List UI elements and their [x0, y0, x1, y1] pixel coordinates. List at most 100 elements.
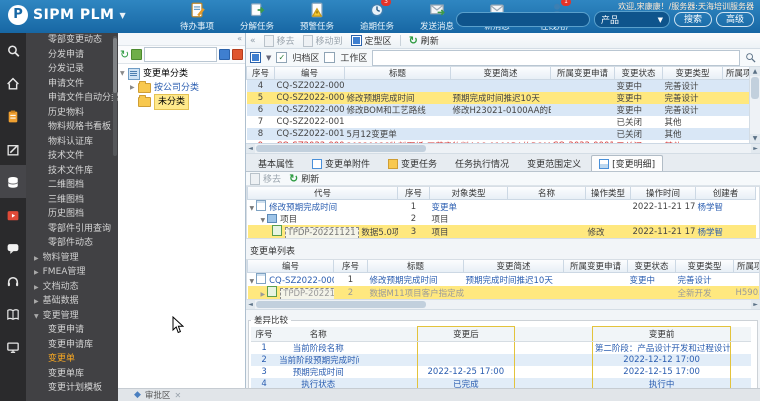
sidebar-item[interactable]: 物料规格书看板 [26, 120, 118, 135]
scroll-right-icon[interactable]: ► [751, 144, 760, 153]
column-header[interactable] [359, 326, 418, 342]
column-header[interactable]: 代号 [247, 187, 398, 200]
column-header[interactable]: 序号 [397, 187, 430, 200]
tree-category-icon[interactable] [131, 49, 143, 60]
scrollbar-thumb[interactable] [256, 145, 426, 152]
header-tool[interactable]: 3 逾期任务 [355, 0, 399, 32]
selected-item-box[interactable]: TPDP-20221121 [284, 227, 359, 238]
sidebar-item[interactable]: ▶ FMEA管理 [26, 265, 118, 280]
column-header[interactable]: 标题 [344, 67, 451, 80]
advanced-search-button[interactable]: 高级 [715, 12, 754, 27]
rail-monitor-icon[interactable] [0, 330, 26, 363]
collapse-panel-icon[interactable]: « [250, 36, 256, 46]
sidebar-item[interactable]: 变更单 [26, 352, 118, 367]
sidebar-item[interactable]: 变更单库 [26, 367, 118, 382]
column-header[interactable]: 序号 [333, 260, 368, 273]
column-header[interactable]: 编号 [274, 67, 345, 80]
scroll-down-icon[interactable]: ▼ [750, 134, 760, 143]
table-row[interactable]: ▼ 修改预期完成时间 1 变更单 2022-11-21 17:02杨学智 [248, 200, 756, 213]
sidebar-item[interactable]: 三维图档 [26, 193, 118, 208]
magnifier-icon[interactable] [745, 52, 756, 63]
sidebar-item[interactable]: 变更申请库 [26, 338, 118, 353]
vertical-scrollbar[interactable]: ▲ ▼ [749, 67, 760, 143]
scrollbar-thumb[interactable] [256, 301, 426, 308]
column-header[interactable] [730, 326, 751, 342]
column-header[interactable]: 序号 [246, 67, 275, 80]
table-row[interactable]: 2 当前阶段预期完成时间 2022-12-12 17:00 [251, 354, 751, 366]
sidebar-item[interactable]: 申请文件 [26, 77, 118, 92]
close-icon[interactable]: ✕ [174, 391, 181, 400]
workspace-checkbox[interactable] [324, 52, 336, 63]
column-header[interactable]: 名称 [507, 187, 586, 200]
app-logo[interactable]: P SIPM PLM ▼ [8, 5, 126, 25]
table-row[interactable]: 8 CQ-SZ2022-0017 5月12变更单 已关闭 其他 [246, 128, 760, 140]
table-row[interactable]: ▼ CQ-SZ2022-0006 1 修改预期完成时间 预期完成时间推迟10天 变更中 完善… [248, 273, 760, 286]
header-tool[interactable]: 预警任务 [295, 2, 339, 32]
scroll-up-icon[interactable]: ▲ [750, 67, 760, 76]
table-row[interactable]: 6 CQ-SZ2022-0007 修改BOM和工艺路线 修改H23021-0100AA… [246, 104, 760, 116]
header-tool[interactable]: 待办事项 [175, 2, 219, 32]
sidebar-item[interactable]: ▶ 物料管理 [26, 251, 118, 266]
rail-home-icon[interactable] [0, 66, 26, 99]
chevron-down-icon[interactable]: ▼ [250, 278, 255, 285]
tab[interactable]: 变更任务 [380, 155, 445, 171]
rail-headset-icon[interactable] [0, 264, 26, 297]
tree-node-root[interactable]: ▼ 变更单分类 [120, 67, 243, 81]
tab[interactable]: [变更明细] [591, 155, 664, 171]
column-header[interactable]: 所属变更申请 [563, 260, 628, 273]
rail-video-icon[interactable] [0, 198, 26, 231]
header-tool[interactable]: 发送消息 [415, 2, 459, 32]
chevron-down-icon[interactable]: ▼ [250, 205, 255, 212]
sidebar-item[interactable]: 历史图档 [26, 207, 118, 222]
tree-clear-button[interactable] [232, 49, 243, 60]
sidebar-item[interactable]: 零部件动态 [26, 236, 118, 251]
sidebar-item[interactable]: 分发申请 [26, 48, 118, 63]
collapse-left-icon[interactable]: « [237, 34, 242, 43]
tree-locate-button[interactable] [219, 49, 230, 60]
chevron-down-icon[interactable]: ▼ [261, 217, 266, 224]
rail-edit-icon[interactable] [0, 132, 26, 165]
finalize-zone-button[interactable]: 定型区 [350, 34, 392, 47]
tree-node-company[interactable]: ▶ 按公司分类 [120, 81, 243, 95]
table-row[interactable]: 1 当前阶段名称 第二阶段：产品设计开发和过程设计开发 [251, 341, 751, 354]
rail-book-icon[interactable] [0, 297, 26, 330]
sidebar-item[interactable]: ▶ 基础数据 [26, 294, 118, 309]
tab[interactable]: 变更范围定义 [519, 155, 589, 171]
column-header[interactable]: 变更前 [591, 326, 732, 342]
column-header[interactable]: 标题 [367, 260, 464, 273]
column-header[interactable]: 名称 [277, 326, 360, 342]
rail-database-icon[interactable] [0, 165, 26, 198]
sidebar-item[interactable]: 变更申请 [26, 323, 118, 338]
column-header[interactable]: 变更状态 [627, 260, 676, 273]
header-tool[interactable]: 分解任务 [235, 2, 279, 32]
column-header[interactable]: 所属项目编号 [733, 260, 759, 273]
column-header[interactable]: 对象类型 [429, 187, 508, 200]
column-header[interactable]: 变更简述 [450, 67, 551, 80]
tree-filter-input[interactable] [144, 47, 217, 62]
column-header[interactable]: 所属变更申请 [550, 67, 615, 80]
selected-item-box[interactable]: TPDP-20221111 [280, 288, 334, 299]
rail-search-icon[interactable] [0, 33, 26, 66]
refresh-button[interactable]: ↻ 刷新 [409, 34, 439, 47]
column-header[interactable]: 编号 [247, 260, 334, 273]
column-header[interactable]: 变更状态 [614, 67, 663, 80]
tab[interactable]: 基本属性 [250, 155, 302, 171]
table-row[interactable]: 4 CQ-SZ2022-0005 变更中 完善设计 [246, 79, 760, 92]
scrollbar-thumb[interactable] [751, 77, 759, 99]
move-to-button[interactable]: 移动到 [302, 34, 343, 47]
column-header[interactable]: 序号 [251, 326, 278, 342]
sidebar-item[interactable]: 技术文件库 [26, 164, 118, 179]
scroll-right-icon[interactable]: ► [751, 300, 760, 309]
sidebar-item[interactable]: 物料认证库 [26, 135, 118, 150]
column-header[interactable]: 操作类型 [585, 187, 631, 200]
sidebar-item[interactable]: 申请文件自动分类 [26, 91, 118, 106]
chevron-down-icon[interactable]: ▼ [119, 11, 125, 20]
column-header[interactable] [514, 326, 593, 342]
column-header[interactable]: 变更类型 [675, 260, 734, 273]
menu-scrollbar[interactable] [113, 36, 117, 156]
sidebar-item[interactable]: 二维图档 [26, 178, 118, 193]
menu-scrollbar-thumb[interactable] [113, 38, 117, 93]
table-row[interactable]: 7 CQ-SZ2022-0016 已关闭 其他 [247, 116, 760, 128]
grid-search-input[interactable] [372, 49, 740, 66]
global-search-input[interactable] [455, 12, 590, 27]
